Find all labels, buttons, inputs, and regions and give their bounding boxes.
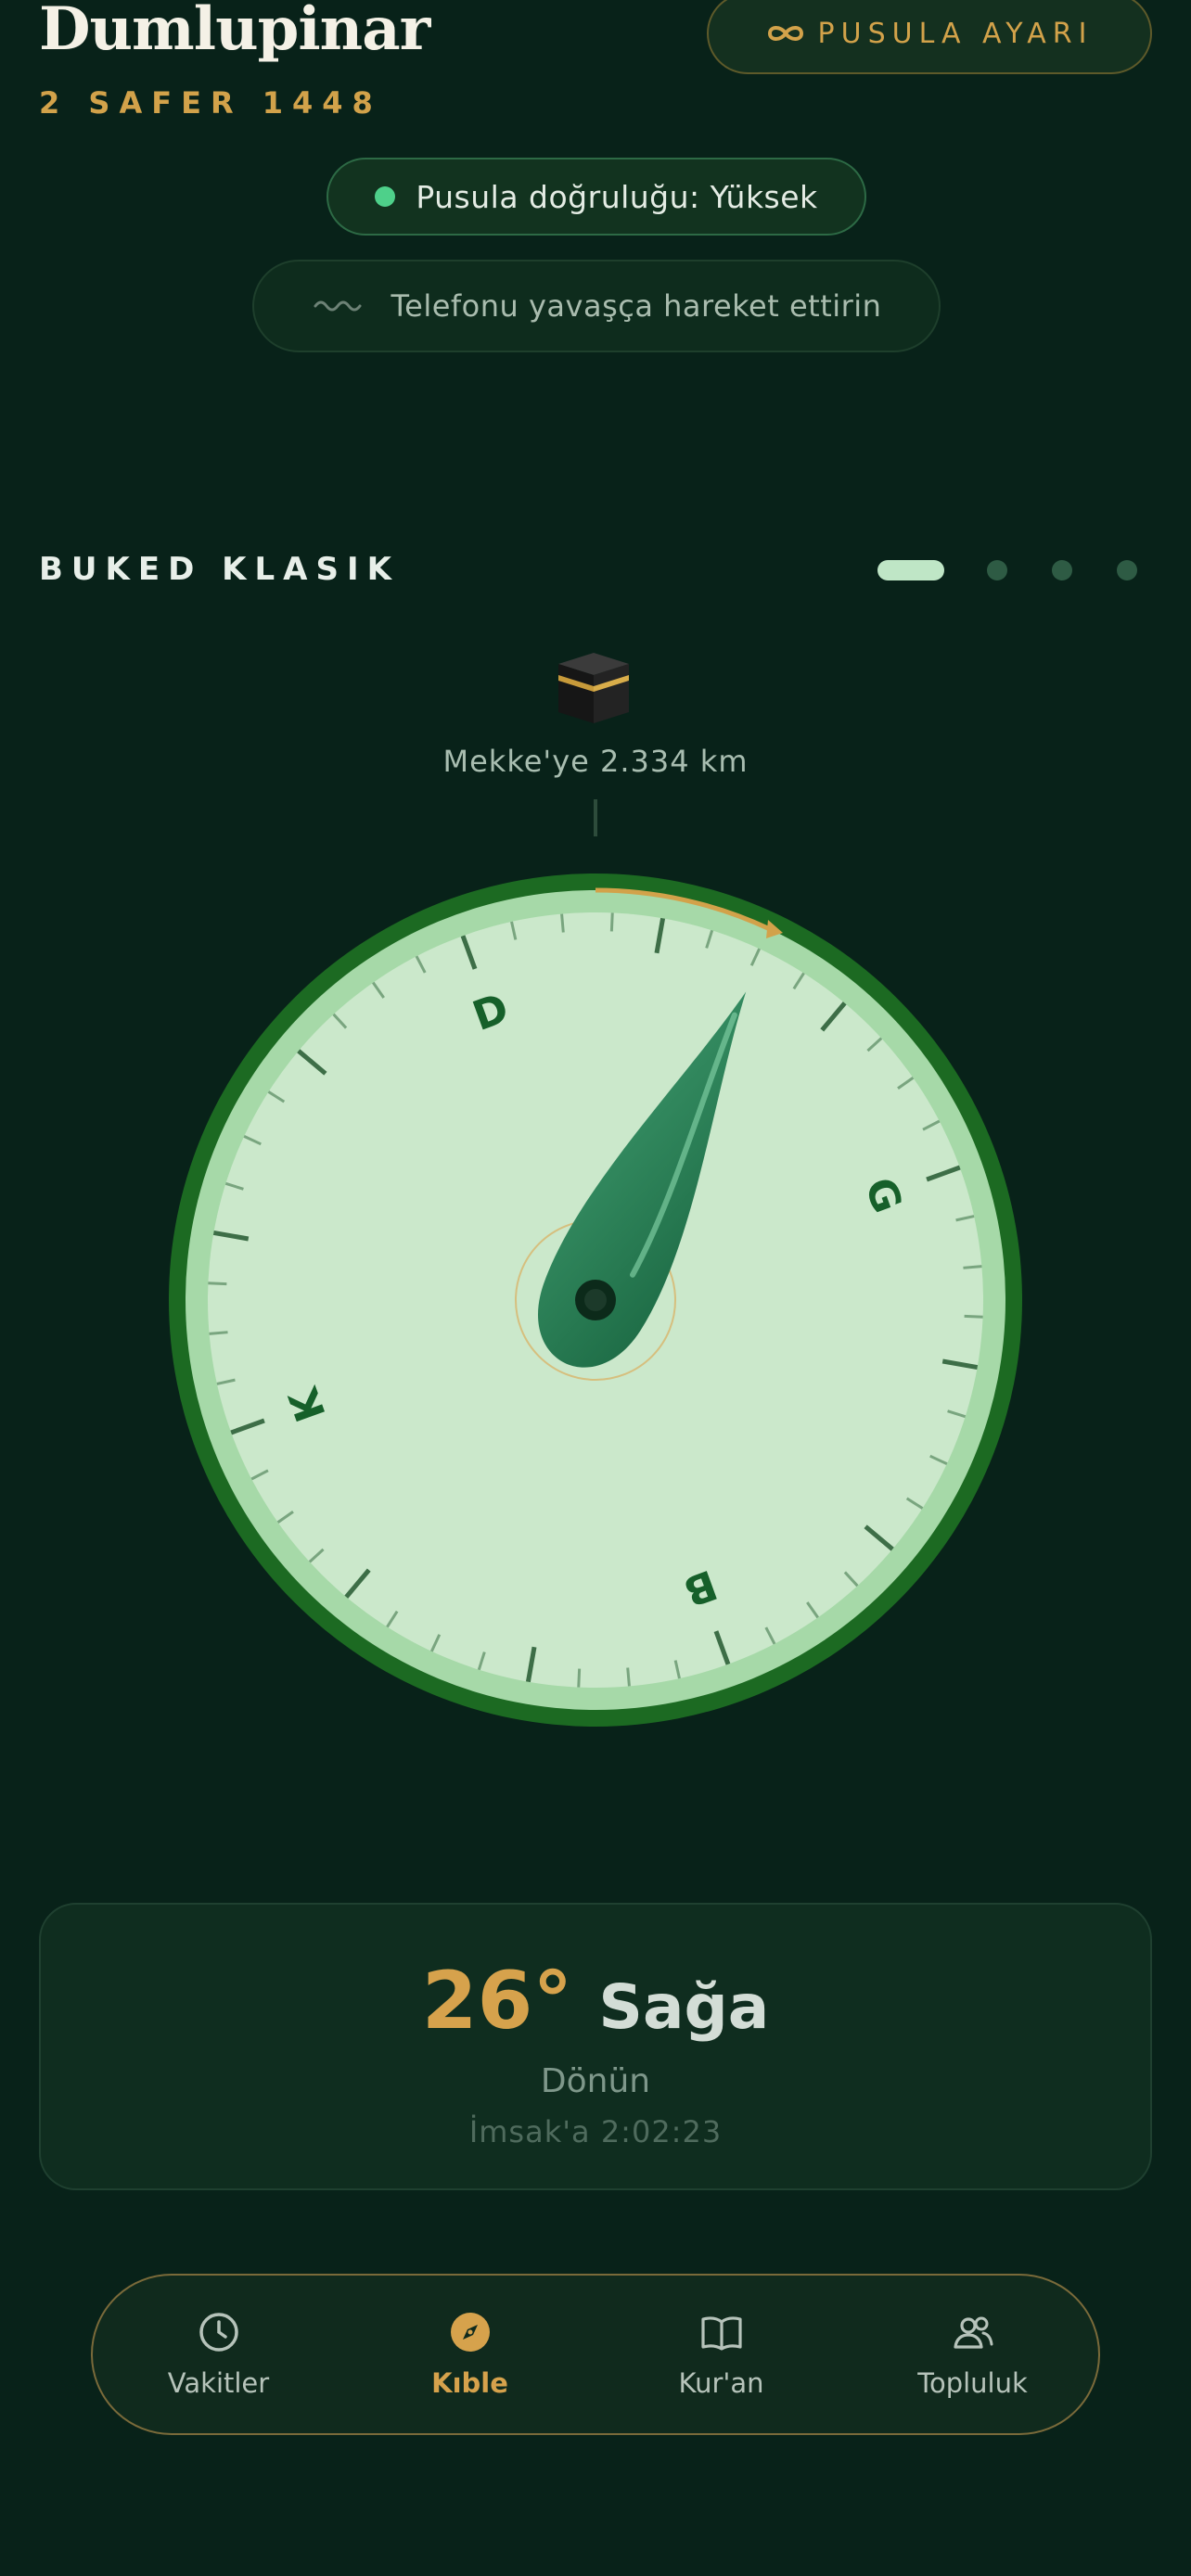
style-pager[interactable]: [877, 560, 1146, 580]
nav-item-kible[interactable]: Kıble: [368, 2310, 572, 2399]
distance-to-mecca: Mekke'ye 2.334 km: [442, 744, 749, 779]
pager-dot[interactable]: [987, 560, 1007, 580]
minor-tick: [626, 1667, 631, 1687]
people-icon: [953, 2316, 992, 2349]
nav-label: Kıble: [431, 2367, 508, 2399]
status-dot-icon: [375, 186, 396, 207]
accuracy-badge: Pusula doğruluğu: Yüksek: [327, 158, 866, 236]
turn-angle: 26°: [421, 1955, 573, 2047]
prayer-countdown: İmsak'a 2:02:23: [468, 2114, 723, 2149]
minor-tick: [964, 1314, 983, 1319]
qibla-compass: D G B K: [169, 874, 1022, 1727]
nav-item-vakitler[interactable]: Vakitler: [117, 2310, 321, 2399]
pager-dot[interactable]: [1117, 560, 1137, 580]
minor-tick: [560, 913, 565, 933]
nav-item-kuran[interactable]: Kur'an: [620, 2310, 824, 2399]
nav-item-topluluk[interactable]: Topluluk: [871, 2310, 1075, 2399]
infinity-icon: [767, 26, 803, 41]
accuracy-text: Pusula doğruluğu: Yüksek: [416, 178, 818, 215]
kaaba-icon: [558, 653, 629, 723]
turn-instruction: Dönün: [540, 2062, 651, 2100]
turn-instruction-card: 26° Sağa Dönün İmsak'a 2:02:23: [39, 1903, 1152, 2190]
minor-tick: [963, 1265, 982, 1269]
minor-tick: [609, 912, 614, 932]
pager-dot-active[interactable]: [877, 560, 944, 580]
compass-icon: [450, 2313, 490, 2352]
hint-text: Telefonu yavaşça hareket ettirin: [391, 288, 882, 324]
pager-dot[interactable]: [1052, 560, 1072, 580]
turn-angle-row: 26° Sağa: [41, 1955, 1150, 2047]
calibration-label: PUSULA AYARI: [817, 17, 1094, 50]
clock-icon: [198, 2313, 238, 2352]
minor-tick: [577, 1668, 582, 1688]
movement-hint: Telefonu yavaşça hareket ettirin: [252, 260, 941, 352]
minor-tick: [209, 1331, 228, 1335]
hijri-date: 2 SAFER 1448: [39, 85, 382, 121]
book-icon: [700, 2316, 742, 2351]
nav-label: Kur'an: [678, 2367, 764, 2399]
minor-tick: [208, 1282, 227, 1286]
turn-direction: Sağa: [598, 1971, 770, 2043]
city-title: Dumlupinar: [39, 0, 430, 64]
compass-style-label: BUKED KLASIK: [39, 551, 400, 588]
qibla-marker: [594, 799, 597, 836]
bottom-nav: Vakitler Kıble Kur'an Topluluk: [91, 2274, 1100, 2435]
nav-label: Vakitler: [167, 2367, 270, 2399]
compass-calibration-button[interactable]: PUSULA AYARI: [707, 0, 1152, 74]
nav-label: Topluluk: [917, 2367, 1028, 2399]
wave-icon: [314, 300, 362, 312]
